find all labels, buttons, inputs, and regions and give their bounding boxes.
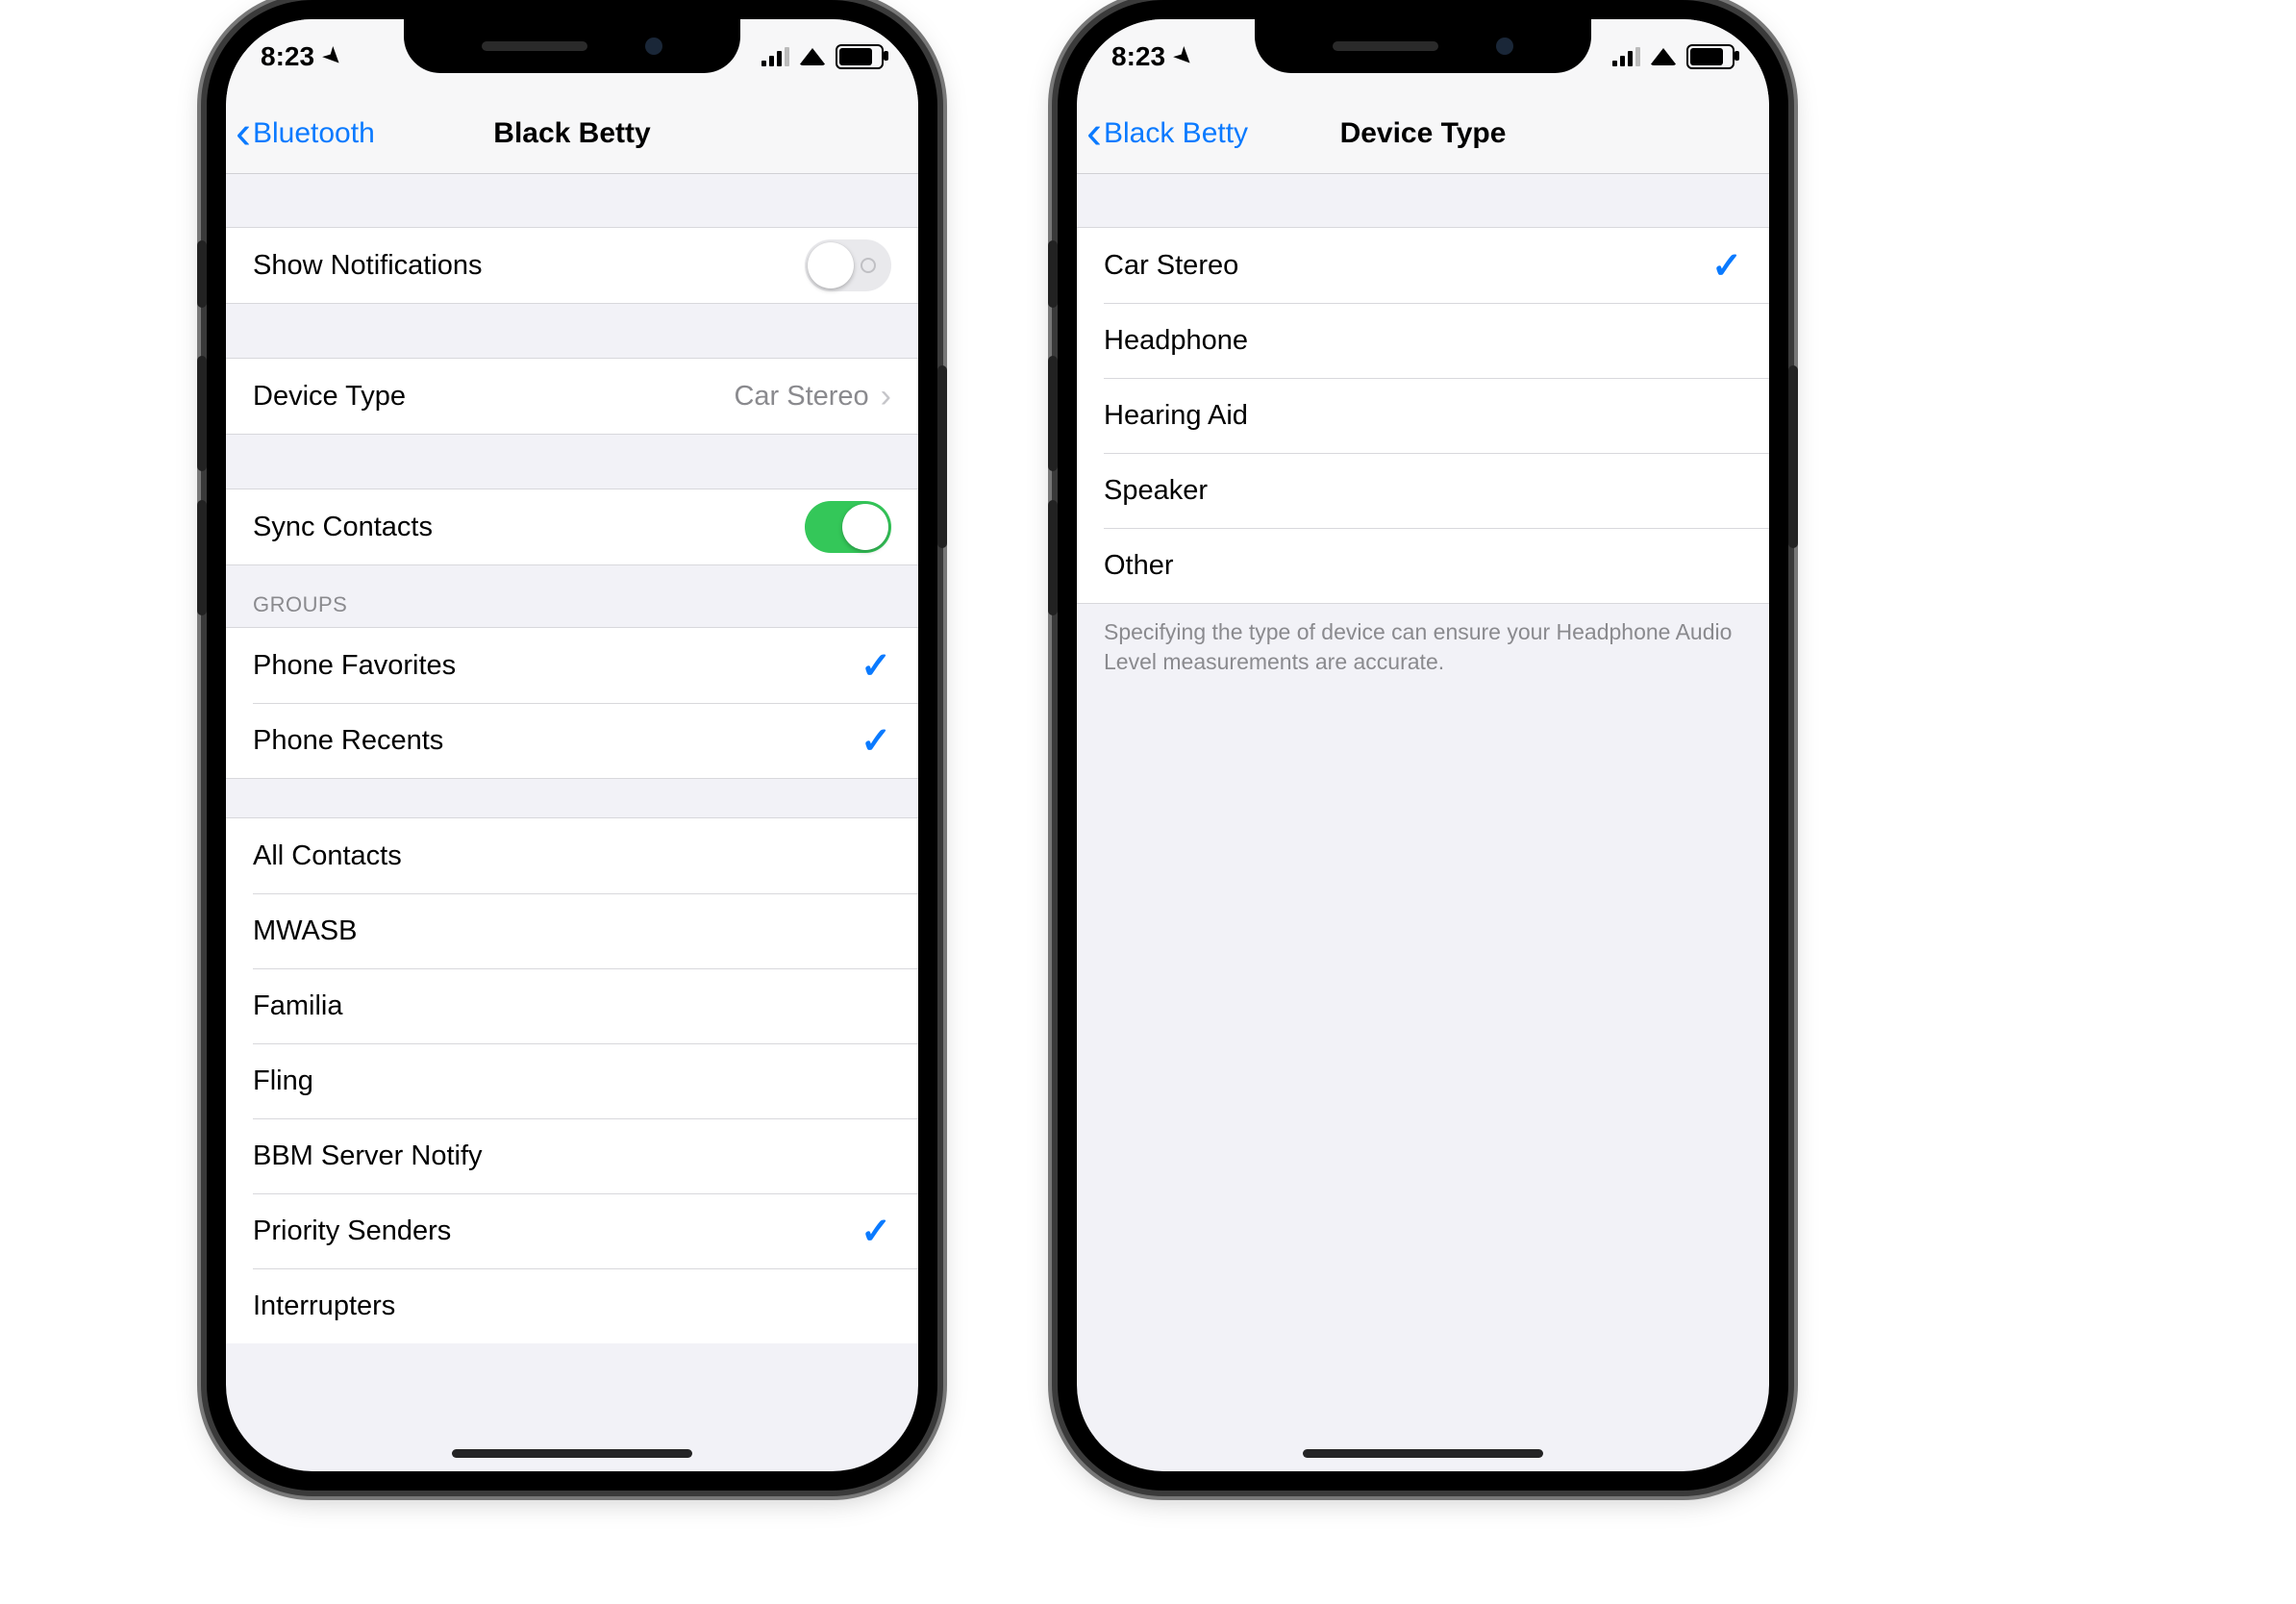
home-indicator[interactable] xyxy=(452,1449,692,1458)
device-type-option-label: Hearing Aid xyxy=(1104,400,1742,432)
sync-contacts-label: Sync Contacts xyxy=(253,512,805,543)
group-row-label: MWASB xyxy=(253,915,891,947)
groups-header: GROUPS xyxy=(226,565,918,627)
group-row[interactable]: Fling xyxy=(226,1043,918,1118)
show-notifications-toggle[interactable] xyxy=(805,239,891,291)
content-left: Show Notifications Device Type Car Stere… xyxy=(226,173,918,1471)
group-row-label: Phone Recents xyxy=(253,725,861,757)
phone-left: 8:23 ➤ ‹ Bluetooth Black Betty xyxy=(207,0,937,1491)
back-button[interactable]: ‹ Black Betty xyxy=(1077,117,1248,150)
row-device-type[interactable]: Device Type Car Stereo › xyxy=(226,359,918,434)
device-type-value: Car Stereo xyxy=(734,381,868,413)
chevron-right-icon: › xyxy=(881,378,891,415)
page-title: Black Betty xyxy=(493,117,650,150)
group-row[interactable]: Familia xyxy=(226,968,918,1043)
device-type-option[interactable]: Car Stereo✓ xyxy=(1077,228,1769,303)
device-type-label: Device Type xyxy=(253,381,734,413)
row-sync-contacts[interactable]: Sync Contacts xyxy=(226,489,918,564)
screen-left: 8:23 ➤ ‹ Bluetooth Black Betty xyxy=(226,19,918,1471)
group-row[interactable]: Phone Recents✓ xyxy=(226,703,918,778)
group-row-label: BBM Server Notify xyxy=(253,1140,891,1172)
phone-right: 8:23 ➤ ‹ Black Betty Device Type Car xyxy=(1058,0,1788,1491)
show-notifications-label: Show Notifications xyxy=(253,250,805,282)
device-type-option-label: Speaker xyxy=(1104,475,1742,507)
group-row-label: All Contacts xyxy=(253,840,891,872)
device-type-option[interactable]: Speaker xyxy=(1077,453,1769,528)
location-icon: ➤ xyxy=(1170,43,1198,71)
cellular-icon xyxy=(1612,47,1640,66)
screen-right: 8:23 ➤ ‹ Black Betty Device Type Car xyxy=(1077,19,1769,1471)
location-icon: ➤ xyxy=(319,43,347,71)
group-row-label: Interrupters xyxy=(253,1291,891,1322)
device-type-option-label: Headphone xyxy=(1104,325,1742,357)
nav-bar: ‹ Bluetooth Black Betty xyxy=(226,94,918,174)
group-row[interactable]: BBM Server Notify xyxy=(226,1118,918,1193)
group-row-label: Priority Senders xyxy=(253,1216,861,1247)
chevron-left-icon: ‹ xyxy=(236,120,251,148)
notch xyxy=(1255,19,1591,73)
group-row[interactable]: Priority Senders✓ xyxy=(226,1193,918,1268)
back-label: Black Betty xyxy=(1104,117,1248,150)
device-type-option-label: Other xyxy=(1104,550,1742,582)
wifi-icon xyxy=(799,48,826,65)
check-icon: ✓ xyxy=(861,644,891,688)
battery-icon xyxy=(836,44,884,69)
group-row[interactable]: Phone Favorites✓ xyxy=(226,628,918,703)
check-icon: ✓ xyxy=(1711,244,1742,288)
row-show-notifications[interactable]: Show Notifications xyxy=(226,228,918,303)
device-type-option[interactable]: Headphone xyxy=(1077,303,1769,378)
device-type-option[interactable]: Hearing Aid xyxy=(1077,378,1769,453)
back-label: Bluetooth xyxy=(253,117,375,150)
device-type-footer: Specifying the type of device can ensure… xyxy=(1077,604,1769,677)
group-row-label: Familia xyxy=(253,990,891,1022)
wifi-icon xyxy=(1650,48,1677,65)
battery-icon xyxy=(1686,44,1734,69)
status-time: 8:23 xyxy=(1111,41,1165,72)
check-icon: ✓ xyxy=(861,1210,891,1253)
status-time: 8:23 xyxy=(261,41,314,72)
cellular-icon xyxy=(761,47,789,66)
group-row-label: Phone Favorites xyxy=(253,650,861,682)
back-button[interactable]: ‹ Bluetooth xyxy=(226,117,375,150)
device-type-option-label: Car Stereo xyxy=(1104,250,1711,282)
group-row[interactable]: All Contacts xyxy=(226,818,918,893)
content-right: Car Stereo✓ Headphone Hearing Aid Speaker Ot… xyxy=(1077,173,1769,1471)
device-type-option[interactable]: Other xyxy=(1077,528,1769,603)
chevron-left-icon: ‹ xyxy=(1086,120,1102,148)
page-title: Device Type xyxy=(1340,117,1507,150)
home-indicator[interactable] xyxy=(1303,1449,1543,1458)
group-row-label: Fling xyxy=(253,1065,891,1097)
check-icon: ✓ xyxy=(861,719,891,763)
group-row[interactable]: MWASB xyxy=(226,893,918,968)
notch xyxy=(404,19,740,73)
nav-bar: ‹ Black Betty Device Type xyxy=(1077,94,1769,174)
sync-contacts-toggle[interactable] xyxy=(805,501,891,553)
group-row[interactable]: Interrupters xyxy=(226,1268,918,1343)
